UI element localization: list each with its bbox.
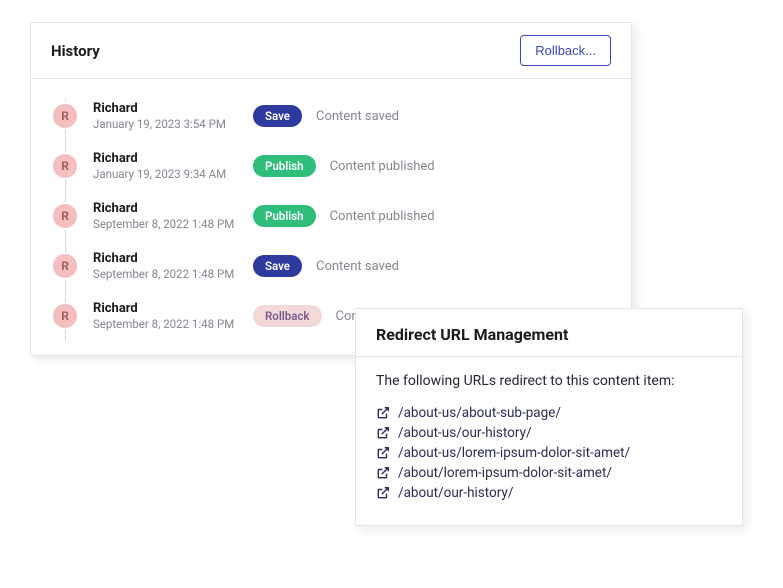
history-entry[interactable]: R Richard January 19, 2023 3:54 PM Save …	[51, 91, 611, 141]
entry-author: Richard	[93, 151, 253, 166]
redirect-link[interactable]: /about-us/about-sub-page/	[376, 403, 722, 423]
avatar: R	[51, 302, 79, 330]
redirect-body: The following URLs redirect to this cont…	[356, 357, 742, 525]
entry-meta: Richard September 8, 2022 1:48 PM	[93, 301, 253, 331]
redirect-list: /about-us/about-sub-page/ /about-us/our-…	[376, 403, 722, 503]
status-badge-publish: Publish	[253, 155, 316, 177]
redirect-url-text: /about-us/lorem-ipsum-dolor-sit-amet/	[398, 445, 630, 461]
avatar: R	[51, 202, 79, 230]
status-badge-rollback: Rollback	[253, 305, 322, 327]
history-entry[interactable]: R Richard January 19, 2023 9:34 AM Publi…	[51, 141, 611, 191]
avatar: R	[51, 152, 79, 180]
external-link-icon	[376, 426, 390, 440]
external-link-icon	[376, 446, 390, 460]
history-header: History Rollback...	[31, 23, 631, 79]
entry-message: Content saved	[316, 109, 399, 124]
entry-timestamp: January 19, 2023 9:34 AM	[93, 167, 253, 181]
history-panel: History Rollback... R Richard January 19…	[30, 22, 632, 356]
status-badge-save: Save	[253, 255, 302, 277]
entry-meta: Richard September 8, 2022 1:48 PM	[93, 251, 253, 281]
redirect-link[interactable]: /about/lorem-ipsum-dolor-sit-amet/	[376, 463, 722, 483]
entry-meta: Richard January 19, 2023 3:54 PM	[93, 101, 253, 131]
entry-author: Richard	[93, 101, 253, 116]
entry-author: Richard	[93, 201, 253, 216]
external-link-icon	[376, 406, 390, 420]
history-entry[interactable]: R Richard September 8, 2022 1:48 PM Save…	[51, 241, 611, 291]
redirect-header: Redirect URL Management	[356, 309, 742, 357]
entry-timestamp: September 8, 2022 1:48 PM	[93, 267, 253, 281]
redirect-url-text: /about/lorem-ipsum-dolor-sit-amet/	[398, 465, 612, 481]
entry-message: Content saved	[316, 259, 399, 274]
history-title: History	[51, 42, 100, 60]
entry-meta: Richard January 19, 2023 9:34 AM	[93, 151, 253, 181]
entry-author: Richard	[93, 301, 253, 316]
redirect-link[interactable]: /about-us/our-history/	[376, 423, 722, 443]
external-link-icon	[376, 486, 390, 500]
entry-timestamp: January 19, 2023 3:54 PM	[93, 117, 253, 131]
history-entry[interactable]: R Richard September 8, 2022 1:48 PM Publ…	[51, 191, 611, 241]
status-badge-publish: Publish	[253, 205, 316, 227]
status-badge-save: Save	[253, 105, 302, 127]
avatar: R	[51, 252, 79, 280]
avatar: R	[51, 102, 79, 130]
entry-timestamp: September 8, 2022 1:48 PM	[93, 317, 253, 331]
entry-timestamp: September 8, 2022 1:48 PM	[93, 217, 253, 231]
redirect-intro: The following URLs redirect to this cont…	[376, 373, 722, 389]
redirect-link[interactable]: /about/our-history/	[376, 483, 722, 503]
external-link-icon	[376, 466, 390, 480]
history-timeline: R Richard January 19, 2023 3:54 PM Save …	[31, 79, 631, 341]
redirect-url-text: /about-us/our-history/	[398, 425, 532, 441]
entry-meta: Richard September 8, 2022 1:48 PM	[93, 201, 253, 231]
redirect-url-text: /about/our-history/	[398, 485, 513, 501]
entry-message: Content published	[330, 209, 435, 224]
rollback-button[interactable]: Rollback...	[520, 35, 611, 66]
redirect-panel: Redirect URL Management The following UR…	[355, 308, 743, 526]
entry-author: Richard	[93, 251, 253, 266]
redirect-title: Redirect URL Management	[376, 325, 722, 344]
entry-message: Content published	[330, 159, 435, 174]
redirect-url-text: /about-us/about-sub-page/	[398, 405, 561, 421]
redirect-link[interactable]: /about-us/lorem-ipsum-dolor-sit-amet/	[376, 443, 722, 463]
